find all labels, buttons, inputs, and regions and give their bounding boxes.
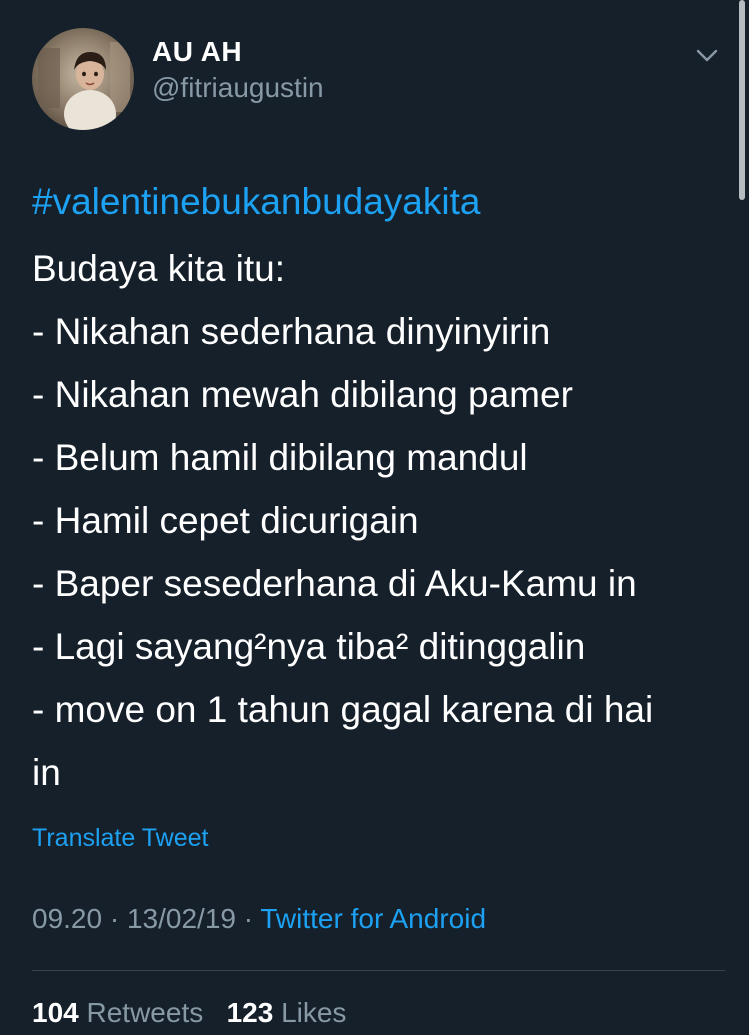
display-name[interactable]: AU AH [152,36,242,68]
tweet-line: - Lagi sayang²nya tiba² ditinggalin [32,626,586,667]
tweet-date: 13/02/19 [126,903,236,934]
tweet-line: - Baper sesederhana di Aku-Kamu in [32,563,637,604]
tweet-time: 09.20 [32,903,103,934]
meta-separator: · [109,903,120,934]
tweet-line: - Nikahan sederhana dinyinyirin [32,311,551,352]
tweet-line: Budaya kita itu: [32,248,285,289]
avatar-photo [32,28,134,130]
tweet-text: #valentinebukanbudayakita Budaya kita it… [32,170,722,804]
scrollbar[interactable] [739,0,745,200]
tweet-line: - move on 1 tahun gagal karena di hai [32,689,654,730]
likes-stat[interactable]: 123 Likes [227,997,347,1028]
likes-label: Likes [281,997,347,1028]
tweet-detail-screen: AU AH @fitriaugustin #valentinebukanbuda… [0,0,749,1035]
meta-separator: · [243,903,254,934]
divider [32,970,725,971]
tweet-line: - Hamil cepet dicurigain [32,500,419,541]
translate-tweet-link[interactable]: Translate Tweet [32,824,208,853]
tweet-meta: 09.20 · 13/02/19 · Twitter for Android [32,903,486,935]
retweets-count: 104 [32,997,79,1028]
tweet-line: - Nikahan mewah dibilang pamer [32,374,573,415]
avatar[interactable] [32,28,134,130]
chevron-down-icon[interactable] [694,42,720,68]
retweets-stat[interactable]: 104 Retweets [32,997,211,1028]
tweet-source-link[interactable]: Twitter for Android [260,903,486,934]
tweet-line: - Belum hamil dibilang mandul [32,437,528,478]
tweet-line: in [32,752,61,793]
tweet-stats: 104 Retweets 123 Likes [32,997,346,1029]
likes-count: 123 [226,997,274,1028]
user-handle[interactable]: @fitriaugustin [152,72,324,104]
hashtag-link[interactable]: #valentinebukanbudayakita [32,170,722,233]
retweets-label: Retweets [86,997,204,1028]
